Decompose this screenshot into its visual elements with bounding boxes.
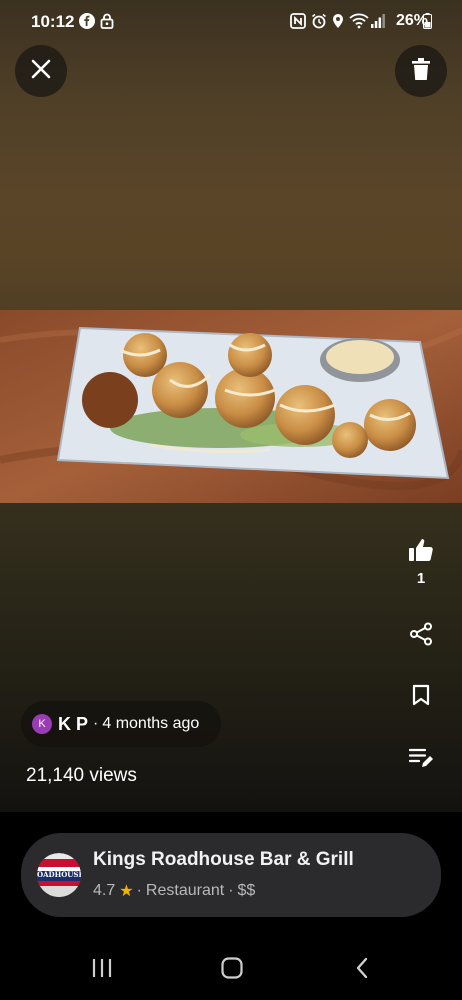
- star-icon: ★: [119, 883, 134, 900]
- facebook-icon: [79, 13, 95, 34]
- signal-icon: [371, 13, 385, 34]
- edit-caption-button[interactable]: [405, 747, 437, 774]
- view-count: 21,140 views: [26, 765, 137, 786]
- close-icon: [31, 59, 51, 84]
- post-time: 4 months ago: [102, 715, 200, 732]
- place-meta: 4.7 ★ · Restaurant · $$: [93, 881, 255, 901]
- lock-icon: [100, 13, 114, 34]
- status-bar: 10:12 26%: [0, 0, 462, 44]
- place-rating: 4.7: [93, 882, 116, 899]
- location-icon: [332, 13, 344, 34]
- recent-apps-icon[interactable]: [91, 958, 113, 983]
- navigation-bar: [0, 940, 462, 1000]
- thumbs-up-icon: [408, 538, 434, 567]
- place-card[interactable]: OADHOUSE Kings Roadhouse Bar & Grill 4.7…: [21, 833, 441, 917]
- meta-separator: ·: [228, 882, 234, 899]
- alarm-icon: [311, 13, 327, 34]
- author-separator: ·: [93, 715, 99, 732]
- like-count: 1: [416, 570, 426, 587]
- place-price: $$: [237, 882, 256, 899]
- place-logo: OADHOUSE: [37, 853, 81, 897]
- place-logo-text: OADHOUSE: [37, 870, 81, 879]
- meta-separator: ·: [136, 882, 142, 899]
- avatar: K: [32, 714, 52, 734]
- save-button[interactable]: [405, 684, 437, 711]
- like-button[interactable]: [405, 538, 437, 567]
- battery-icon: [423, 13, 432, 34]
- back-icon[interactable]: [355, 957, 369, 984]
- share-icon: [409, 622, 433, 651]
- close-button[interactable]: [15, 45, 67, 97]
- nfc-icon: [290, 13, 306, 34]
- wifi-icon: [349, 13, 369, 34]
- place-name: Kings Roadhouse Bar & Grill: [93, 849, 354, 870]
- delete-button[interactable]: [395, 45, 447, 97]
- bookmark-icon: [412, 684, 430, 711]
- trash-icon: [412, 57, 430, 85]
- author-name: K P: [58, 713, 89, 734]
- place-category: Restaurant: [145, 882, 225, 899]
- home-icon[interactable]: [221, 957, 243, 984]
- edit-list-icon: [408, 747, 433, 774]
- share-button[interactable]: [405, 622, 437, 651]
- food-photo[interactable]: [0, 310, 462, 503]
- author-chip[interactable]: K K P · 4 months ago: [21, 701, 221, 747]
- status-time: 10:12: [31, 12, 75, 31]
